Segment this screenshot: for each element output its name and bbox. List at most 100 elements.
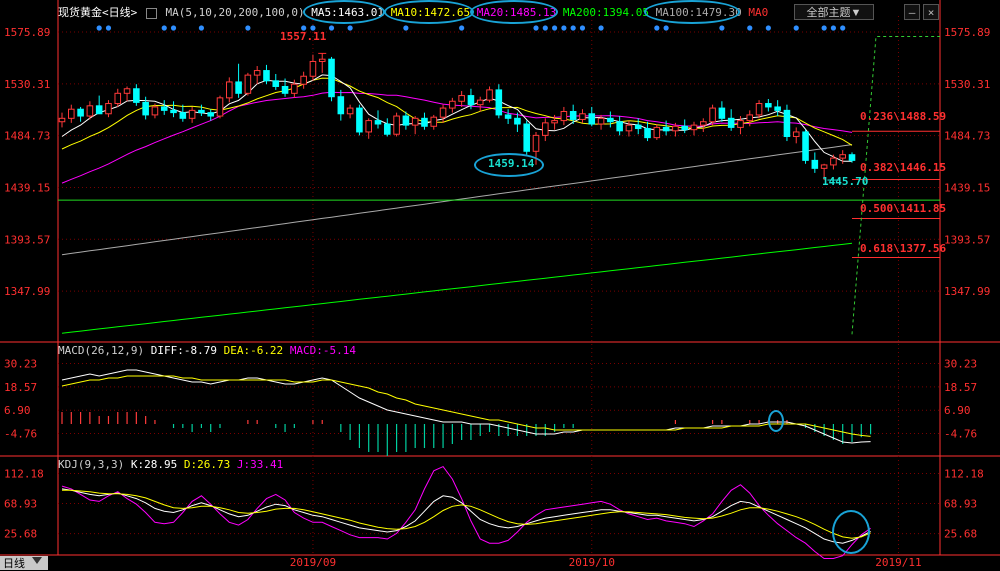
candle-body: [68, 108, 75, 119]
y-tick-label-left: 1439.15: [4, 181, 50, 194]
candle-body: [820, 164, 828, 169]
highlight-ma10: [384, 0, 474, 24]
candle-body: [411, 117, 419, 126]
kdj-header: KDJ(9,3,3) K:28.95 D:26.73 J:33.41: [58, 458, 283, 471]
candle-body: [597, 117, 605, 125]
candle-body: [700, 121, 707, 126]
candle-body: [802, 131, 809, 161]
y-tick-label-right: -4.76: [944, 428, 977, 441]
chevron-down-icon: [32, 557, 42, 564]
candle-body: [532, 134, 540, 152]
signal-dot: [403, 25, 409, 31]
candle-body: [160, 106, 168, 111]
candle-body: [653, 126, 661, 139]
signal-dot: [579, 25, 586, 31]
fibo-label-0382: 0.382\1446.15: [860, 161, 947, 174]
signal-dot: [245, 25, 251, 31]
candle-body: [765, 103, 772, 108]
minimize-button[interactable]: —: [904, 4, 920, 20]
period-label[interactable]: <日线>: [102, 6, 137, 19]
y-tick-label-left: 6.90: [4, 404, 31, 417]
period-tab[interactable]: 日线: [0, 556, 48, 570]
candle-body: [272, 80, 280, 87]
candle-body: [737, 120, 744, 128]
candle-body: [346, 107, 354, 115]
candle-body: [207, 112, 214, 117]
candle-body: [188, 109, 196, 119]
candle-body: [58, 117, 66, 123]
highlight-kdj-cross: [832, 510, 870, 554]
candle-body: [542, 122, 549, 136]
y-tick-label-left: 1575.89: [4, 26, 50, 39]
highlight-ma5: [303, 0, 385, 24]
candle-body: [216, 97, 224, 117]
candle-body: [281, 85, 289, 94]
ma-icon[interactable]: [145, 7, 157, 19]
signal-dot: [96, 25, 102, 31]
candle-body: [95, 105, 103, 115]
candle-body: [449, 100, 456, 109]
candle-body: [514, 117, 521, 125]
signal-dot: [747, 25, 753, 31]
candle-body: [690, 124, 698, 131]
signal-dot: [161, 25, 167, 31]
candle-body: [755, 103, 763, 116]
y-tick-label-left: 25.68: [4, 528, 37, 541]
y-tick-label-right: 1484.73: [944, 130, 990, 143]
macd-header: MACD(26,12,9) DIFF:-8.79 DEA:-6.22 MACD:…: [58, 344, 356, 357]
candle-body: [300, 75, 307, 85]
candle-body: [291, 83, 298, 94]
signal-dot: [105, 25, 112, 31]
y-tick-label-right: 30.23: [944, 358, 977, 371]
candle-body: [356, 107, 363, 133]
signal-dot: [840, 25, 846, 31]
chart-canvas[interactable]: 1575.89 1575.89 1530.31 1530.31 1484.73 1484.…: [0, 0, 1000, 570]
ma200-value: MA200:1394.05: [562, 6, 649, 19]
candle-body: [811, 159, 819, 169]
candle-body: [114, 92, 122, 105]
candle-body: [439, 107, 447, 118]
candle-body: [848, 154, 856, 161]
close-button[interactable]: ×: [923, 4, 939, 20]
candle-body: [746, 114, 754, 122]
signal-dot: [328, 25, 335, 31]
candle-body: [244, 74, 252, 94]
theme-dropdown-button[interactable]: 全部主题▼: [794, 4, 874, 20]
kdj-d: D:26.73: [183, 458, 231, 471]
candle-body: [365, 120, 372, 133]
candle-body: [718, 107, 726, 119]
candle-body: [616, 121, 623, 132]
signal-dot: [551, 25, 558, 31]
y-tick-label-right: 25.68: [944, 528, 977, 541]
y-tick-label-right: 18.57: [944, 381, 977, 394]
candle-body: [607, 117, 614, 123]
candle-body: [467, 95, 475, 106]
signal-dot: [170, 25, 177, 31]
signal-dot: [542, 25, 548, 31]
candle-body: [86, 105, 94, 117]
candle-body: [774, 106, 781, 111]
candle-body: [384, 123, 391, 135]
signal-dot: [570, 25, 576, 31]
signal-dot: [198, 25, 205, 31]
signal-dot: [793, 25, 799, 31]
y-tick-label-left: 112.18: [4, 467, 44, 480]
candle-body: [226, 81, 233, 99]
signal-dot: [830, 25, 837, 31]
highlight-sep-low: [474, 153, 544, 177]
y-tick-label-left: 30.23: [4, 358, 37, 371]
highlight-macd-cross: [768, 410, 784, 432]
macd-diff-line: [61, 369, 871, 444]
candle-body: [77, 108, 84, 117]
ma-params: MA(5,10,20,200,100,0): [165, 6, 305, 19]
y-tick-label-left: 18.57: [4, 381, 37, 394]
macd-dea: DEA:-6.22: [223, 344, 284, 357]
y-tick-label-right: 1393.57: [944, 233, 990, 246]
signal-dot: [347, 25, 353, 31]
candle-body: [486, 89, 493, 101]
candle-body: [495, 89, 503, 116]
signal-dot: [459, 25, 465, 31]
candle-body: [662, 126, 670, 132]
candle-body: [681, 125, 688, 131]
candle-body: [504, 114, 512, 119]
